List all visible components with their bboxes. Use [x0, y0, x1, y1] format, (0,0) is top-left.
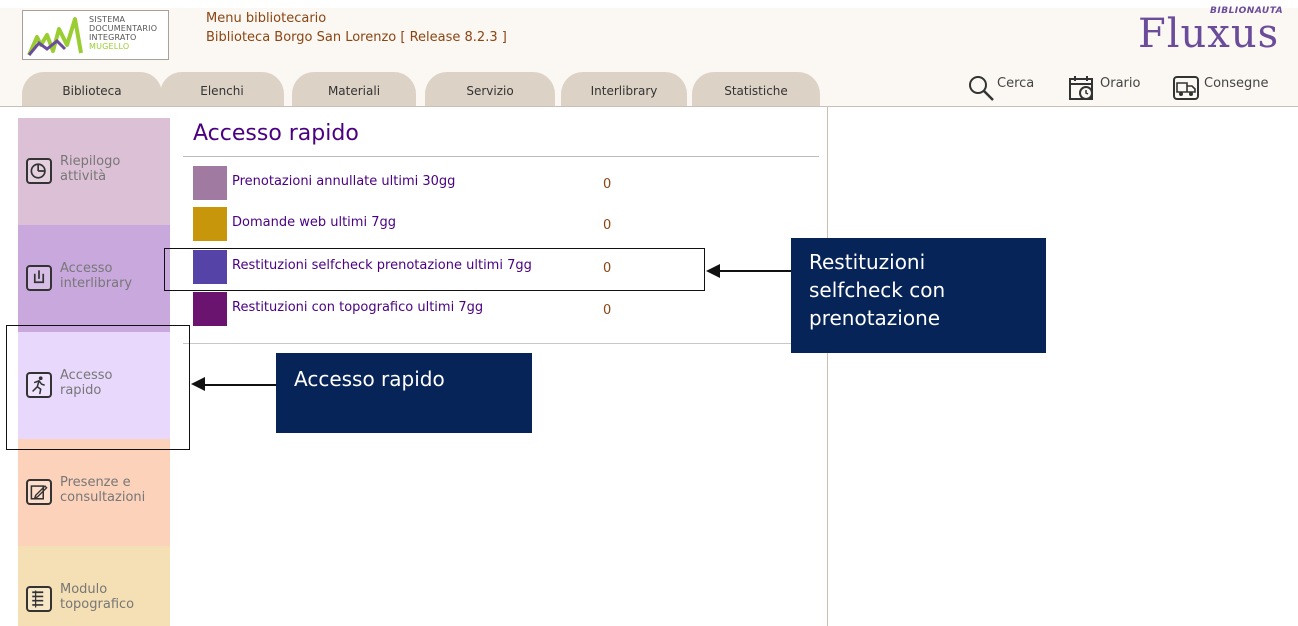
callout-line: selfcheck con [809, 278, 946, 302]
edit-icon [26, 479, 52, 505]
search-label: Cerca [997, 76, 1035, 91]
sidebar-item-label: Riepilogo attività [60, 154, 120, 184]
schedule-button[interactable]: Orario [1068, 72, 1150, 102]
logo-line: Mugello [89, 42, 130, 51]
search-icon [969, 76, 994, 101]
deliveries-button[interactable]: Consegne [1172, 72, 1284, 102]
sidebar-item-label: Presenze e consultazioni [60, 475, 145, 505]
sidebar-label-line: consultazioni [60, 490, 146, 505]
brand-logo: Fluxus [1138, 11, 1280, 57]
sdim-logo-icon [27, 15, 83, 57]
sidebar-label-line: topografico [60, 597, 135, 612]
tab-biblioteca[interactable]: Biblioteca [22, 72, 162, 106]
quick-access-count: 0 [603, 303, 612, 318]
quick-access-row[interactable]: Domande web ultimi 7gg 0 [193, 207, 633, 243]
divider [183, 156, 819, 157]
logo-line: Documentario [89, 24, 158, 33]
sidebar-item-topografico[interactable]: Modulo topografico [18, 546, 170, 626]
tab-statistiche[interactable]: Statistiche [692, 72, 820, 106]
highlight-box-selfcheck-row [164, 248, 705, 291]
truck-icon [1173, 76, 1199, 100]
color-swatch [193, 207, 227, 241]
sidebar-label-line: Accesso [60, 261, 113, 276]
menu-title: Menu bibliotecario [206, 11, 327, 26]
divider [183, 343, 819, 344]
tab-label: Elenchi [200, 84, 244, 98]
callout-selfcheck: Restituzioni selfcheck con prenotazione [791, 238, 1046, 353]
logo-text: Sistema Documentario Integrato Mugello [89, 15, 157, 51]
tab-materiali[interactable]: Materiali [292, 72, 416, 106]
sidebar-label-line: attività [60, 169, 107, 184]
library-release-info: Biblioteca Borgo San Lorenzo [ Release 8… [206, 30, 507, 45]
callout-line: Restituzioni [809, 250, 926, 274]
quick-access-label[interactable]: Domande web ultimi 7gg [232, 215, 396, 230]
panel-divider [827, 107, 828, 626]
color-swatch [193, 292, 227, 326]
calendar-clock-icon [1069, 76, 1093, 100]
quick-access-count: 0 [603, 218, 612, 233]
sidebar-label-line: Riepilogo [60, 154, 121, 169]
search-button[interactable]: Cerca [967, 72, 1047, 102]
quick-access-label[interactable]: Restituzioni con topografico ultimi 7gg [232, 300, 483, 315]
logo-line: Integrato [89, 33, 137, 42]
sidebar-label-line: interlibrary [60, 276, 133, 291]
quick-access-count: 0 [603, 177, 612, 192]
sidebar-item-label: Accesso interlibrary [60, 261, 132, 291]
tab-label: Materiali [327, 84, 381, 98]
app-header: Sistema Documentario Integrato Mugello M… [0, 0, 1298, 70]
quick-access-label[interactable]: Prenotazioni annullate ultimi 30gg [232, 174, 455, 189]
arrow-line [201, 384, 276, 386]
tab-servizio[interactable]: Servizio [425, 72, 555, 106]
tab-label: Statistiche [724, 84, 788, 98]
deliveries-label: Consegne [1204, 76, 1269, 91]
sidebar-item-presenze[interactable]: Presenze e consultazioni [18, 439, 170, 546]
highlight-box-accesso-rapido [6, 325, 190, 450]
page-title: Accesso rapido [193, 121, 359, 146]
tab-label: Interlibrary [590, 84, 658, 98]
document-list-icon [26, 586, 52, 612]
sidebar-label-line: Modulo [60, 582, 108, 597]
quick-access-row[interactable]: Prenotazioni annullate ultimi 30gg 0 [193, 166, 633, 202]
callout-text: Accesso rapido [294, 367, 445, 391]
interlibrary-icon [26, 265, 52, 291]
sidebar-item-label: Modulo topografico [60, 582, 134, 612]
sidebar-label-line: Presenze e [60, 475, 131, 490]
sidebar-item-riepilogo[interactable]: Riepilogo attività [18, 118, 170, 225]
arrow-line [716, 270, 791, 272]
quick-access-row[interactable]: Restituzioni con topografico ultimi 7gg … [193, 292, 633, 328]
callout-line: prenotazione [809, 306, 941, 330]
tab-label: Biblioteca [62, 84, 122, 98]
sidebar-item-interlibrary[interactable]: Accesso interlibrary [18, 225, 170, 332]
schedule-label: Orario [1100, 76, 1141, 91]
color-swatch [193, 166, 227, 200]
tab-elenchi[interactable]: Elenchi [160, 72, 284, 106]
tab-interlibrary[interactable]: Interlibrary [561, 72, 687, 106]
logo-line: Sistema [89, 15, 126, 24]
top-strip [0, 0, 1298, 8]
tab-label: Servizio [466, 84, 514, 98]
sdim-logo: Sistema Documentario Integrato Mugello [22, 10, 169, 60]
pie-chart-icon [26, 158, 52, 184]
callout-accesso-rapido: Accesso rapido [276, 353, 532, 433]
